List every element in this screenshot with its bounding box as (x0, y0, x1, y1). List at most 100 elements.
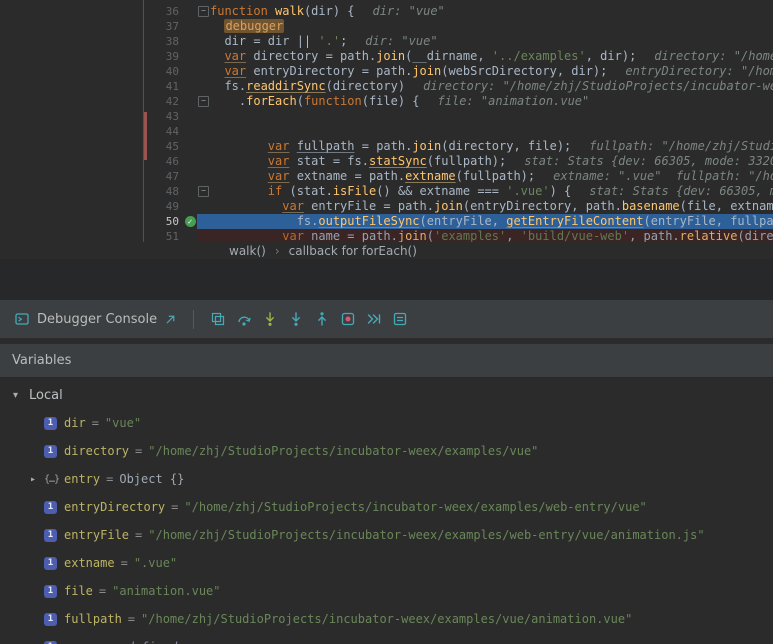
gutter-breakpoint-area[interactable] (183, 199, 197, 214)
code-token: var (224, 49, 247, 63)
fold-marker-icon[interactable]: − (198, 96, 209, 107)
gutter-breakpoint-area[interactable] (183, 169, 197, 184)
gutter-breakpoint-area[interactable] (183, 154, 197, 169)
fold-marker-icon[interactable]: − (198, 6, 209, 17)
code-line[interactable]: 40 var entryDirectory = path.join(webSrc… (0, 64, 773, 79)
code-line[interactable]: 37 debugger (0, 19, 773, 34)
run-to-cursor-icon[interactable] (361, 307, 387, 331)
step-over-icon[interactable] (231, 307, 257, 331)
code-token: readdirSync (246, 79, 326, 93)
variable-row[interactable]: 1 dir = "vue" (0, 409, 773, 437)
step-into-icon[interactable] (257, 307, 283, 331)
line-number[interactable]: 39 (144, 49, 183, 64)
line-number[interactable]: 46 (144, 154, 183, 169)
code-token: var (267, 154, 290, 168)
line-number[interactable]: 49 (144, 199, 183, 214)
variable-row[interactable]: 1 fullpath = "/home/zhj/StudioProjects/incu… (0, 605, 773, 633)
variable-row[interactable]: 1 file = "animation.vue" (0, 577, 773, 605)
line-number[interactable]: 44 (144, 124, 183, 139)
code-text: var entryDirectory = path.join(webSrcDir… (210, 64, 773, 79)
line-number[interactable]: 37 (144, 19, 183, 34)
line-number[interactable]: 40 (144, 64, 183, 79)
code-line[interactable]: 43 (0, 109, 773, 124)
gutter-breakpoint-area[interactable] (183, 79, 197, 94)
code-line[interactable]: 51 var name = path.join('examples', 'bui… (0, 229, 773, 242)
code-text: var entryFile = path.join(entryDirectory… (210, 199, 773, 214)
code-line[interactable]: 38 dir = dir || '.'; dir: "vue" (0, 34, 773, 49)
gutter-breakpoint-area[interactable] (183, 4, 197, 19)
variables-scope-row[interactable]: ▾ Local (0, 381, 773, 409)
gutter-breakpoint-area[interactable] (183, 109, 197, 124)
code-line[interactable]: 44 (0, 124, 773, 139)
evaluate-expression-icon[interactable] (387, 307, 413, 331)
code-line[interactable]: 42 − .forEach(function(file) {file: "anim… (0, 94, 773, 109)
code-token: entryFile = path. (303, 199, 434, 213)
code-token: join (412, 139, 442, 153)
code-token: (entryFile, (419, 214, 507, 228)
code-line[interactable]: 41 fs.readdirSync(directory) directory: "… (0, 79, 773, 94)
variable-row[interactable]: 1 entryDirectory = "/home/zhj/StudioProject… (0, 493, 773, 521)
line-number[interactable]: 45 (144, 139, 183, 154)
gutter-spacer (0, 214, 144, 229)
code-line[interactable]: 45 var fullpath = path.join(directory, f… (0, 139, 773, 154)
breadcrumb-item-walk[interactable]: walk() (229, 244, 266, 258)
line-number[interactable]: 48 (144, 184, 183, 199)
gutter-spacer (0, 64, 144, 79)
restore-layout-icon[interactable] (205, 307, 231, 331)
gutter-spacer (0, 199, 144, 214)
line-number[interactable]: 51 (144, 229, 183, 242)
chevron-right-icon[interactable]: ▸ (30, 474, 44, 485)
gutter-breakpoint-area[interactable] (183, 49, 197, 64)
gutter-spacer (0, 139, 144, 154)
tab-debugger-console[interactable]: Debugger Console (9, 311, 182, 327)
code-token: entryDirectory = path. (246, 64, 413, 78)
gutter-breakpoint-area[interactable] (183, 184, 197, 199)
variable-value: ".vue" (133, 556, 178, 570)
gutter-breakpoint-area[interactable] (183, 124, 197, 139)
gutter-breakpoint-area[interactable] (183, 94, 197, 109)
line-number[interactable]: 43 (144, 109, 183, 124)
code-token: var (282, 229, 304, 242)
code-text: if (stat.isFile() && extname === '.vue')… (210, 184, 773, 199)
variable-row[interactable]: 1 extname = ".vue" (0, 549, 773, 577)
gutter-fold-area (197, 199, 210, 214)
gutter-breakpoint-area[interactable]: ✓ (183, 214, 197, 229)
code-line[interactable]: 36 − function walk(dir) {dir: "vue" (0, 4, 773, 19)
gutter-breakpoint-area[interactable] (183, 139, 197, 154)
breadcrumb-item-callback[interactable]: callback for forEach() (289, 244, 417, 258)
variable-row[interactable]: 1 directory = "/home/zhj/StudioProjects/inc… (0, 437, 773, 465)
view-breakpoints-icon[interactable] (335, 307, 361, 331)
code-line[interactable]: 48 − if (stat.isFile() && extname === '.v… (0, 184, 773, 199)
vcs-change-stripe[interactable] (144, 112, 147, 160)
code-line[interactable]: 47 var extname = path.extname(fullpath);… (0, 169, 773, 184)
code-line[interactable]: 46 var stat = fs.statSync(fullpath); stat… (0, 154, 773, 169)
gutter-breakpoint-area[interactable] (183, 64, 197, 79)
line-number[interactable]: 41 (144, 79, 183, 94)
code-line[interactable]: 50 ✓ fs.outputFileSync(entryFile, getEntr… (0, 214, 773, 229)
gutter-breakpoint-area[interactable] (183, 19, 197, 34)
step-out-icon[interactable] (309, 307, 335, 331)
variable-row[interactable]: 1 entryFile = "/home/zhj/StudioProjects/inc… (0, 521, 773, 549)
variables-tree[interactable]: ▾ Local 1 dir = "vue" 1 directory = "/home/zhj/St… (0, 378, 773, 644)
line-number[interactable]: 50 (144, 214, 183, 229)
code-editor[interactable]: 36− function walk(dir) {dir: "vue" 37 debu… (0, 0, 773, 242)
breakpoint-hit-icon[interactable]: ✓ (184, 216, 196, 227)
line-number[interactable]: 42 (144, 94, 183, 109)
fold-marker-icon[interactable]: − (198, 186, 209, 197)
open-in-new-icon[interactable] (164, 313, 177, 326)
variable-row[interactable]: ▸ {…} entry = Object {} (0, 465, 773, 493)
line-number[interactable]: 38 (144, 34, 183, 49)
chevron-down-icon[interactable]: ▾ (13, 390, 27, 401)
gutter-breakpoint-area[interactable] (183, 34, 197, 49)
force-step-into-icon[interactable] (283, 307, 309, 331)
gutter-breakpoint-area[interactable] (183, 229, 197, 242)
variable-icon-slot: 1 (44, 416, 64, 430)
code-token: '.vue' (506, 184, 550, 198)
variable-value: undefined (112, 640, 177, 644)
variable-row[interactable]: 1 name = undefined (0, 633, 773, 644)
code-line[interactable]: 49 var entryFile = path.join(entryDirect… (0, 199, 773, 214)
line-number[interactable]: 47 (144, 169, 183, 184)
line-number[interactable]: 36 (144, 4, 183, 19)
code-line[interactable]: 39 var directory = path.join(__dirname, … (0, 49, 773, 64)
